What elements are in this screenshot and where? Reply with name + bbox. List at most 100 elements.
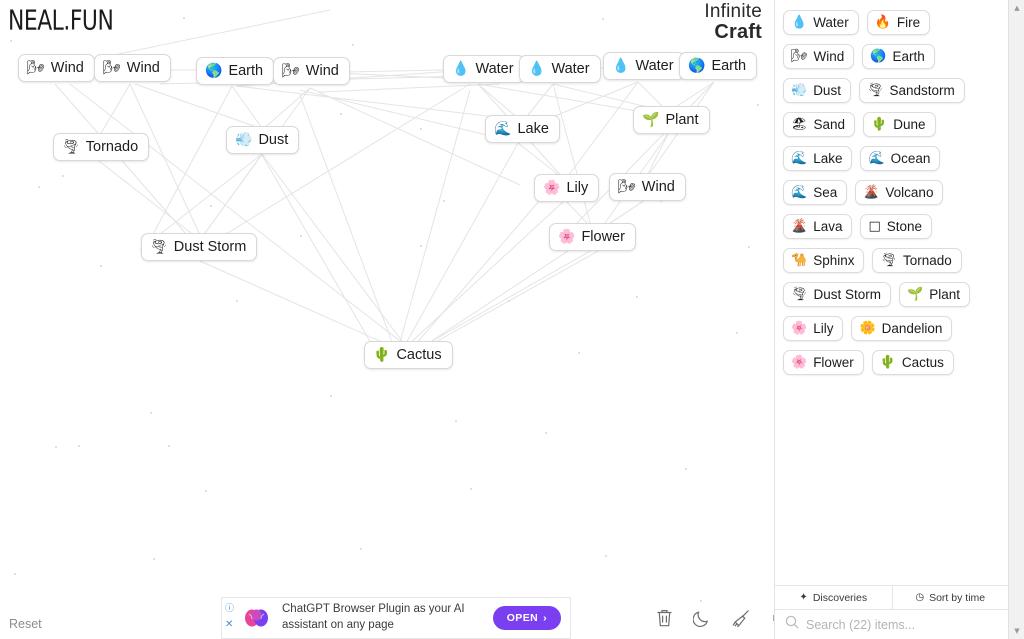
canvas-dot-texture bbox=[10, 17, 759, 602]
sidebar-item-label: Wind bbox=[813, 49, 845, 64]
sidebar-item[interactable]: 🐪 Sphinx bbox=[783, 248, 865, 273]
tab-sort-by-time[interactable]: ◷ Sort by time bbox=[891, 586, 1009, 609]
ad-brain-icon bbox=[244, 606, 270, 630]
canvas-node[interactable]: 🌪 Tornado bbox=[53, 133, 150, 161]
page-scrollbar[interactable]: ▲ ▼ bbox=[1008, 0, 1024, 639]
sphinx-icon: 🐪 bbox=[791, 253, 808, 268]
flower-icon: 🌸 bbox=[791, 355, 808, 370]
flower-icon: 🌸 bbox=[558, 229, 576, 245]
wind-icon: 🌬 bbox=[618, 179, 636, 195]
sidebar-item[interactable]: 🌵 Cactus bbox=[871, 350, 954, 375]
canvas-node[interactable]: 🌬 Wind bbox=[94, 54, 171, 82]
canvas-tools bbox=[655, 608, 774, 628]
sidebar-item-label: Earth bbox=[892, 49, 925, 64]
sidebar-item[interactable]: 🌊 Sea bbox=[783, 180, 848, 205]
dust-storm-icon: 🌪 bbox=[150, 239, 168, 255]
sidebar-item[interactable]: 🌪 Tornado bbox=[872, 248, 962, 273]
canvas-node[interactable]: 🌸 Lily bbox=[534, 174, 600, 202]
cactus-icon: 🌵 bbox=[373, 347, 391, 363]
canvas-node[interactable]: 💧 Water bbox=[603, 52, 685, 80]
sidebar-item-label: Water bbox=[813, 15, 849, 30]
canvas-node-label: Cactus bbox=[396, 347, 442, 363]
sidebar-item-label: Sand bbox=[813, 117, 846, 132]
canvas-node[interactable]: 🌎 Earth bbox=[196, 57, 275, 85]
tab-discoveries-label: Discoveries bbox=[812, 591, 868, 604]
wind-icon: 🌬 bbox=[791, 49, 808, 64]
lake-icon: 🌊 bbox=[791, 151, 808, 166]
volcano-icon: 🌋 bbox=[863, 185, 880, 200]
ad-open-label: OPEN bbox=[506, 612, 539, 624]
crafting-canvas[interactable]: NEAL.FUN Infinite Craft 🌬 Wind 🌬 Wind 🌎 Earth… bbox=[0, 0, 774, 639]
sidebar-item[interactable]: 🌵 Dune bbox=[863, 112, 936, 137]
canvas-node-label: Earth bbox=[711, 58, 747, 74]
scroll-down-arrow[interactable]: ▼ bbox=[1009, 623, 1024, 639]
sidebar-item-label: Stone bbox=[886, 219, 923, 234]
sidebar-item[interactable]: 🌼 Dandelion bbox=[851, 316, 953, 341]
water-icon: 💧 bbox=[791, 15, 808, 30]
sidebar-item-label: Sphinx bbox=[813, 253, 855, 268]
sidebar-item[interactable]: 🏖 Sand bbox=[783, 112, 856, 137]
trash-icon[interactable] bbox=[655, 608, 674, 628]
neal-fun-logo[interactable]: NEAL.FUN bbox=[8, 6, 114, 37]
sea-icon: 🌊 bbox=[791, 185, 808, 200]
ocean-icon: 🌊 bbox=[868, 151, 885, 166]
sidebar-item[interactable]: 💨 Dust bbox=[783, 78, 851, 103]
canvas-node[interactable]: 🌬 Wind bbox=[18, 54, 95, 82]
canvas-node[interactable]: 🌬 Wind bbox=[273, 57, 350, 85]
search-row[interactable] bbox=[775, 610, 1008, 639]
ad-close-icon[interactable]: ✕ bbox=[225, 620, 234, 630]
sidebar-item-label: Fire bbox=[896, 15, 921, 30]
canvas-node[interactable]: 🌬 Wind bbox=[609, 173, 686, 201]
elements-list[interactable]: 💧 Water 🔥 Fire 🌬 Wind 🌎 Earth 💨 Dust 🌪 Sandstorm 🏖 Sa… bbox=[775, 0, 1008, 585]
canvas-node[interactable]: 🌊 Lake bbox=[485, 115, 560, 143]
sidebar-item-label: Volcano bbox=[885, 185, 934, 200]
reset-button[interactable]: Reset bbox=[9, 617, 42, 631]
scroll-up-arrow[interactable]: ▲ bbox=[1009, 0, 1024, 16]
ad-open-button[interactable]: OPEN › bbox=[492, 606, 561, 630]
canvas-node[interactable]: 💧 Water bbox=[443, 55, 525, 83]
canvas-node[interactable]: 🌎 Earth bbox=[679, 52, 758, 80]
sidebar-item[interactable]: 🌸 Lily bbox=[783, 316, 844, 341]
canvas-node-label: Dust Storm bbox=[173, 239, 247, 255]
sidebar-item[interactable]: 💧 Water bbox=[783, 10, 859, 35]
sidebar-item[interactable]: 🌋 Volcano bbox=[855, 180, 944, 205]
broom-icon[interactable] bbox=[731, 608, 752, 628]
canvas-node[interactable]: 🌵 Cactus bbox=[364, 341, 453, 369]
canvas-node[interactable]: 💧 Water bbox=[519, 55, 601, 83]
sidebar-item[interactable]: 🌊 Lake bbox=[783, 146, 853, 171]
sidebar-item[interactable]: 🌬 Wind bbox=[783, 44, 855, 69]
dandelion-icon: 🌼 bbox=[859, 321, 876, 336]
sidebar-item-label: Flower bbox=[813, 355, 854, 370]
sidebar-item[interactable]: 🌊 Ocean bbox=[860, 146, 941, 171]
sidebar-item[interactable]: 🌋 Lava bbox=[783, 214, 853, 239]
sidebar-item[interactable]: 🌪 Sandstorm bbox=[858, 78, 965, 103]
earth-icon: 🌎 bbox=[870, 49, 887, 64]
sidebar-item[interactable]: 🌪 Dust Storm bbox=[783, 282, 892, 307]
sidebar-item[interactable]: 🌸 Flower bbox=[783, 350, 864, 375]
sidebar-item[interactable]: 🌱 Plant bbox=[899, 282, 970, 307]
moon-icon[interactable] bbox=[693, 608, 712, 628]
water-icon: 💧 bbox=[528, 61, 546, 77]
search-input[interactable] bbox=[806, 617, 998, 632]
canvas-node[interactable]: 🌸 Flower bbox=[549, 223, 636, 251]
canvas-node[interactable]: 🌪 Dust Storm bbox=[141, 233, 258, 261]
canvas-node[interactable]: 🌱 Plant bbox=[633, 106, 710, 134]
tornado-icon: 🌪 bbox=[880, 253, 897, 268]
plant-icon: 🌱 bbox=[642, 112, 660, 128]
tab-discoveries[interactable]: ✦ Discoveries bbox=[775, 586, 892, 609]
ad-info-icon[interactable]: ⓘ bbox=[225, 604, 234, 613]
sidebar-item-label: Ocean bbox=[890, 151, 931, 166]
logo-line-craft: Craft bbox=[714, 20, 762, 43]
sidebar-item-label: Lava bbox=[813, 219, 843, 234]
sidebar-item[interactable]: 🌎 Earth bbox=[862, 44, 935, 69]
sidebar-item[interactable]: 🔥 Fire bbox=[866, 10, 931, 35]
ad-banner[interactable]: ⓘ ✕ ChatGPT Browser Plugin as your AI as… bbox=[221, 597, 571, 639]
lake-icon: 🌊 bbox=[494, 121, 512, 137]
dust-icon: 💨 bbox=[791, 83, 808, 98]
lily-icon: 🌸 bbox=[543, 180, 561, 196]
sidebar-item[interactable]: □ Stone bbox=[860, 214, 933, 239]
dune-icon: 🌵 bbox=[871, 117, 888, 132]
dust-storm-icon: 🌪 bbox=[791, 287, 808, 302]
canvas-node[interactable]: 💨 Dust bbox=[226, 126, 300, 154]
canvas-node-label: Flower bbox=[581, 229, 625, 245]
